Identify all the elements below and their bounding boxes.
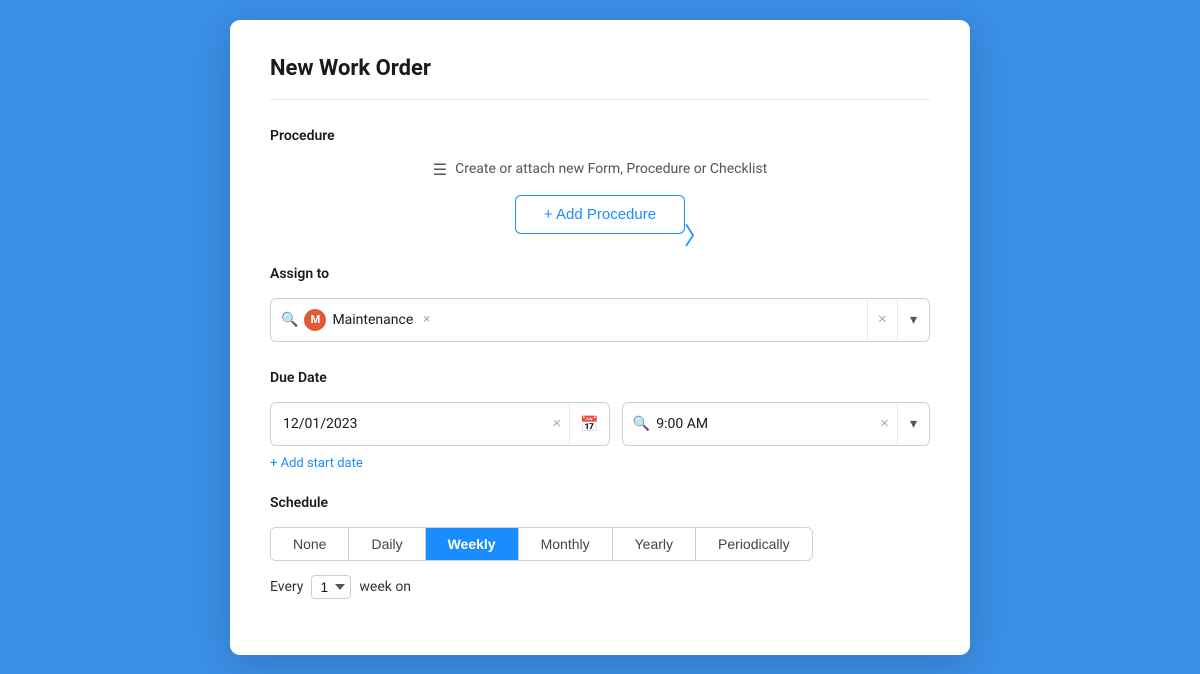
add-procedure-label: + Add Procedure [544, 206, 656, 223]
assign-avatar: M [304, 309, 326, 331]
tab-weekly[interactable]: Weekly [426, 528, 519, 560]
schedule-section: Schedule None Daily Weekly Monthly Yearl… [270, 495, 930, 599]
time-value: 9:00 AM [656, 416, 872, 432]
new-work-order-modal: New Work Order Procedure ☰ Create or att… [230, 20, 970, 655]
date-icons: × 📅 [544, 403, 608, 445]
every-row: Every 1 2 3 4 week on [270, 575, 930, 599]
list-icon: ☰ [433, 160, 447, 179]
date-clear-button[interactable]: × [544, 403, 569, 445]
date-calendar-button[interactable]: 📅 [569, 403, 609, 445]
assign-to-input[interactable]: 🔍 M Maintenance × × ▾ [270, 298, 930, 342]
assign-user-name: Maintenance [332, 312, 413, 328]
tab-monthly[interactable]: Monthly [519, 528, 613, 560]
tab-daily[interactable]: Daily [349, 528, 425, 560]
assign-to-label: Assign to [270, 266, 930, 282]
assign-tag: M Maintenance × [304, 309, 866, 331]
week-on-label: week on [359, 579, 411, 595]
assign-to-section: Assign to 🔍 M Maintenance × × ▾ [270, 266, 930, 342]
due-date-row: 12/01/2023 × 📅 🔍 9:00 AM × ▾ [270, 402, 930, 446]
every-select[interactable]: 1 2 3 4 [311, 575, 351, 599]
cursor-icon: 〉 [684, 216, 708, 251]
assign-dropdown-button[interactable]: ▾ [897, 299, 929, 341]
add-start-date-link[interactable]: + Add start date [270, 456, 363, 471]
procedure-label: Procedure [270, 128, 930, 144]
schedule-tabs: None Daily Weekly Monthly Yearly Periodi… [270, 527, 813, 561]
assign-search-icon: 🔍 [281, 312, 298, 328]
schedule-label: Schedule [270, 495, 930, 511]
modal-title: New Work Order [270, 56, 930, 100]
time-dropdown-button[interactable]: ▾ [897, 403, 929, 445]
date-value: 12/01/2023 [283, 416, 544, 432]
procedure-hint-text: Create or attach new Form, Procedure or … [455, 161, 767, 177]
due-date-section: Due Date 12/01/2023 × 📅 🔍 9:00 AM × ▾ + … [270, 370, 930, 471]
add-procedure-button[interactable]: + Add Procedure 〉 [515, 195, 685, 234]
assign-controls: × ▾ [867, 299, 929, 341]
procedure-hint: ☰ Create or attach new Form, Procedure o… [270, 160, 930, 179]
time-input[interactable]: 🔍 9:00 AM × ▾ [622, 402, 930, 446]
date-input[interactable]: 12/01/2023 × 📅 [270, 402, 610, 446]
procedure-section: Procedure ☰ Create or attach new Form, P… [270, 128, 930, 234]
assign-clear-button[interactable]: × [868, 299, 897, 341]
due-date-label: Due Date [270, 370, 930, 386]
tab-none[interactable]: None [271, 528, 349, 560]
every-label: Every [270, 579, 303, 595]
tab-yearly[interactable]: Yearly [613, 528, 696, 560]
time-controls: × ▾ [872, 403, 929, 445]
assign-tag-remove[interactable]: × [423, 312, 430, 327]
tab-periodically[interactable]: Periodically [696, 528, 812, 560]
time-clear-button[interactable]: × [872, 403, 897, 445]
time-search-icon: 🔍 [633, 416, 650, 432]
